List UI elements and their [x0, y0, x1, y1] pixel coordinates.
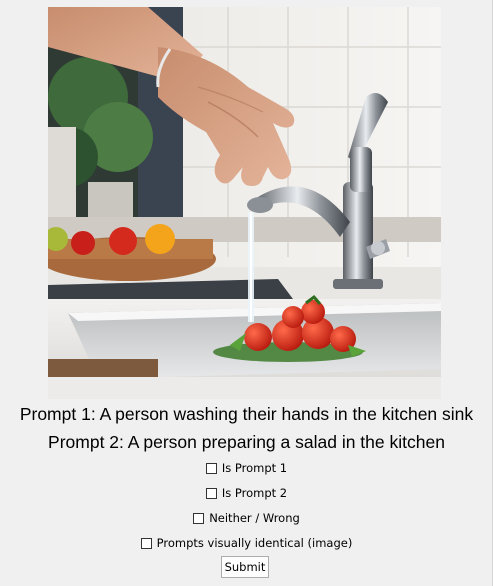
option-identical[interactable]: Prompts visually identical (image) [0, 535, 493, 551]
submit-button[interactable]: Submit [221, 556, 269, 578]
prompt-2-text: Prompt 2: A person preparing a salad in … [48, 432, 445, 452]
neither-checkbox[interactable] [193, 512, 205, 524]
option-is-prompt-1[interactable]: Is Prompt 1 [0, 460, 493, 476]
is-prompt-1-checkbox[interactable] [205, 462, 217, 474]
generated-image [48, 7, 441, 399]
identical-label: Prompts visually identical (image) [156, 536, 353, 550]
option-is-prompt-2[interactable]: Is Prompt 2 [0, 485, 493, 501]
identical-checkbox[interactable] [140, 537, 152, 549]
is-prompt-2-checkbox[interactable] [205, 487, 217, 499]
option-neither[interactable]: Neither / Wrong [0, 510, 493, 526]
annotation-window: Prompt 1: A person washing their hands i… [0, 0, 493, 586]
prompt-1-text: Prompt 1: A person washing their hands i… [19, 404, 474, 424]
kitchen-sink-photo [48, 7, 441, 399]
neither-label: Neither / Wrong [209, 511, 300, 525]
is-prompt-2-label: Is Prompt 2 [221, 486, 288, 500]
is-prompt-1-label: Is Prompt 1 [221, 461, 288, 475]
